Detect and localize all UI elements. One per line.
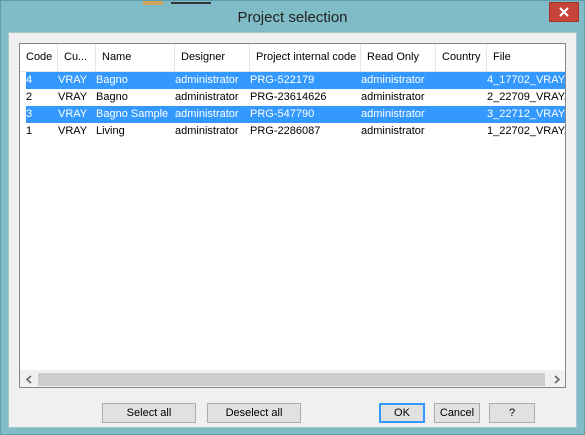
cell-cu: VRAY [58, 74, 88, 86]
cell-cu: VRAY [58, 91, 88, 103]
cell-internal-code: PRG-547790 [250, 108, 315, 120]
cell-name: Living [96, 125, 125, 137]
close-button[interactable] [549, 2, 579, 22]
dialog-title: Project selection [237, 9, 348, 26]
cell-designer: administrator [175, 74, 239, 86]
cell-code: 4 [26, 74, 33, 86]
cell-file: 1_22702_VRAY. [487, 125, 565, 137]
horizontal-scrollbar[interactable] [20, 370, 565, 387]
cell-country [436, 106, 487, 123]
scroll-right-button[interactable] [548, 371, 565, 387]
background-text-fragment [171, 2, 211, 4]
cell-file: 4_17702_VRAY. [487, 74, 565, 86]
column-header-file[interactable]: File [487, 44, 565, 71]
scroll-thumb[interactable] [38, 373, 545, 386]
column-header-internal-code[interactable]: Project internal code [250, 44, 361, 71]
project-list[interactable]: Code Cu... Name Designer Project interna… [19, 43, 566, 388]
table-row[interactable]: 4 VRAY Bagno administrator PRG-522179 ad… [26, 72, 565, 89]
column-header-name[interactable]: Name [96, 44, 175, 71]
column-header-code[interactable]: Code [20, 44, 58, 71]
table-row[interactable]: 2 VRAY Bagno administrator PRG-23614626 … [26, 89, 565, 106]
cell-file: 3_22712_VRAY. [487, 108, 565, 120]
table-row[interactable]: 3 VRAY Bagno Sample administrator PRG-54… [26, 106, 565, 123]
cancel-button[interactable]: Cancel [434, 403, 480, 423]
close-icon [559, 7, 569, 17]
list-header: Code Cu... Name Designer Project interna… [20, 44, 565, 72]
cell-cu: VRAY [58, 108, 88, 120]
cell-read-only: administrator [361, 74, 425, 86]
background-window-peek [143, 1, 263, 5]
project-selection-dialog: Project selection Code Cu... Name Design… [0, 0, 585, 435]
cell-name: Bagno [96, 74, 128, 86]
chevron-right-icon [554, 375, 560, 384]
folder-icon [143, 1, 163, 5]
cell-designer: administrator [175, 125, 239, 137]
cell-code: 2 [26, 91, 33, 103]
cell-file: 2_22709_VRAY. [487, 91, 565, 103]
cell-internal-code: PRG-2286087 [250, 125, 321, 137]
deselect-all-button[interactable]: Deselect all [207, 403, 301, 423]
dialog-client-area: Code Cu... Name Designer Project interna… [8, 32, 577, 428]
cell-read-only: administrator [361, 125, 425, 137]
cell-country [436, 123, 487, 140]
chevron-left-icon [25, 375, 31, 384]
cell-code: 3 [26, 108, 33, 120]
scroll-left-button[interactable] [20, 371, 37, 387]
column-header-read-only[interactable]: Read Only [361, 44, 436, 71]
cell-code: 1 [26, 125, 33, 137]
select-all-button[interactable]: Select all [102, 403, 196, 423]
cell-name: Bagno [96, 91, 128, 103]
cell-internal-code: PRG-23614626 [250, 91, 327, 103]
cell-designer: administrator [175, 91, 239, 103]
cell-country [436, 72, 487, 89]
cell-read-only: administrator [361, 108, 425, 120]
cell-cu: VRAY [58, 125, 88, 137]
column-header-country[interactable]: Country [436, 44, 487, 71]
cell-country [436, 89, 487, 106]
cell-name: Bagno Sample [96, 108, 169, 120]
ok-button[interactable]: OK [379, 403, 425, 423]
cell-designer: administrator [175, 108, 239, 120]
cell-read-only: administrator [361, 91, 425, 103]
table-row[interactable]: 1 VRAY Living administrator PRG-2286087 … [26, 123, 565, 140]
column-header-designer[interactable]: Designer [175, 44, 250, 71]
title-bar[interactable]: Project selection [1, 1, 584, 32]
column-header-cu[interactable]: Cu... [58, 44, 96, 71]
cell-internal-code: PRG-522179 [250, 74, 315, 86]
help-button[interactable]: ? [489, 403, 535, 423]
